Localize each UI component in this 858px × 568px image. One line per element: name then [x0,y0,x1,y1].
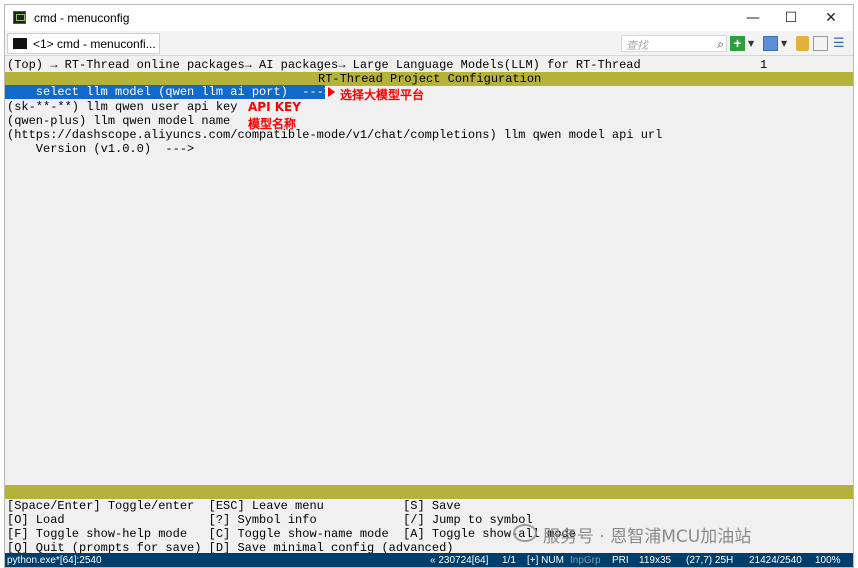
console-tab-icon [13,38,27,49]
lock-icon[interactable] [796,36,809,51]
status-process: python.exe*[64]:2540 [7,555,102,566]
status-pid: 21424/2540 [749,555,802,566]
search-input[interactable]: 查找 ⌕ [621,35,727,52]
watermark-text: 服务号 · 恩智浦MCU加油站 [543,527,752,547]
title-bar: cmd - menuconfig — ☐ ✕ [5,5,853,31]
config-title: RT-Thread Project Configuration [318,72,542,86]
annotation-model-name: 模型名称 [248,117,297,131]
terminal-area[interactable]: (Top) → RT-Thread online packages→ AI pa… [5,56,853,555]
menu-item-label: select llm model (qwen llm ai port) ---> [7,85,332,99]
console-tab-label: <1> cmd - menuconfi... [33,37,156,51]
console-window: cmd - menuconfig — ☐ ✕ <1> cmd - menucon… [4,4,854,568]
config-header-bar: RT-Thread Project Configuration [5,72,853,86]
menu-item-version[interactable]: Version (v1.0.0) ---> [7,142,194,156]
annotation-api-key: API KEY [248,100,301,114]
close-button[interactable]: ✕ [811,5,851,31]
window-title: cmd - menuconfig [34,11,130,25]
menu-item-select-llm-model[interactable]: select llm model (qwen llm ai port) ---> [5,85,331,99]
panel-icon[interactable] [813,36,828,51]
help-line-1: [Space/Enter] Toggle/enter [ESC] Leave m… [7,499,461,513]
search-icon[interactable]: ⌕ [717,37,724,52]
status-bar: python.exe*[64]:2540 « 230724[64] 1/1 [+… [5,553,853,567]
status-num: [+] NUM [527,555,564,566]
dropdown-icon[interactable]: ▼ [748,39,754,54]
status-size: 119x35 [639,555,672,566]
minimize-button[interactable]: — [733,5,773,31]
status-zoom: 100% [815,555,841,566]
console-tab[interactable]: <1> cmd - menuconfi... [7,33,160,54]
status-cursor: (27,7) 25H [686,555,734,566]
selection-arrow [328,87,335,97]
help-separator-bar [5,485,853,499]
status-pri: PRI [612,555,629,566]
menu-item-model-name[interactable]: (qwen-plus) llm qwen model name [7,114,230,128]
menu-item-api-key[interactable]: (sk-**-**) llm qwen user api key [7,100,237,114]
maximize-button[interactable]: ☐ [771,5,811,31]
dropdown-icon[interactable]: ▼ [781,39,787,54]
menu-icon[interactable]: ☰ [833,36,847,51]
new-console-icon[interactable]: + [730,36,745,51]
help-line-2: [O] Load [?] Symbol info [/] Jump to sym… [7,513,533,527]
search-placeholder: 查找 [626,39,648,52]
status-inpgrp: InpGrp [570,555,601,566]
menu-item-api-url[interactable]: (https://dashscope.aliyuncs.com/compatib… [7,128,662,142]
breadcrumb-count: 1 [760,58,768,72]
view-icon[interactable] [763,36,778,51]
status-position: « 230724[64] [430,555,489,566]
annotation-model-platform: 选择大模型平台 [340,88,425,102]
tab-toolbar: <1> cmd - menuconfi... 查找 ⌕ + ▼ ▼ ☰ [5,31,853,56]
console-app-icon [13,11,26,24]
wechat-icon [513,524,537,542]
help-line-3: [F] Toggle show-help mode [C] Toggle sho… [7,527,576,541]
status-page: 1/1 [502,555,516,566]
breadcrumb: (Top) → RT-Thread online packages→ AI pa… [7,58,641,72]
